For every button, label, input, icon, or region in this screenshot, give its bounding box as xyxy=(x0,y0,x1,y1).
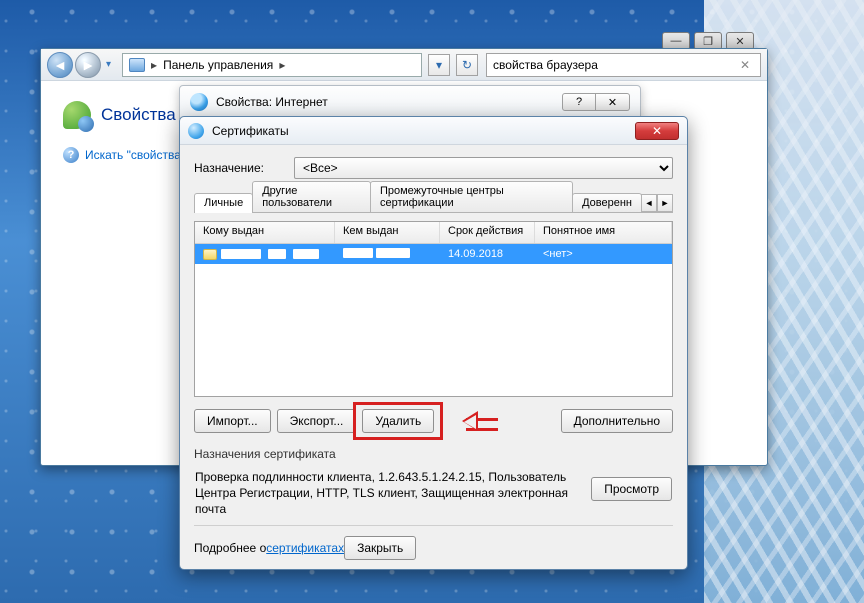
globe-icon xyxy=(190,93,208,111)
breadcrumb[interactable]: ▸ Панель управления ▸ xyxy=(122,53,422,77)
purpose-select[interactable]: <Все> xyxy=(294,157,673,179)
col-friendly-name[interactable]: Понятное имя xyxy=(535,222,672,243)
tab-personal[interactable]: Личные xyxy=(194,193,253,213)
cell-friendly-name: <нет> xyxy=(535,246,672,262)
dialog-title: Сертификаты xyxy=(212,124,289,138)
tab-trusted[interactable]: Доверенн xyxy=(572,193,642,212)
internet-properties-titlebar: Свойства: Интернет ? ✕ xyxy=(179,85,641,119)
page-title: Свойства xyxy=(101,105,176,125)
annotation-arrow xyxy=(452,412,502,430)
learn-more-prefix: Подробнее о xyxy=(194,541,266,555)
certificate-list: Кому выдан Кем выдан Срок действия Понят… xyxy=(194,221,673,397)
search-input[interactable] xyxy=(493,58,736,72)
search-box[interactable]: ✕ xyxy=(486,53,761,77)
help-link-text: Искать "свойства xyxy=(85,148,181,162)
certificates-dialog: Сертификаты ✕ Назначение: <Все> Личные Д… xyxy=(179,116,688,570)
internet-properties-title: Свойства: Интернет xyxy=(216,95,328,109)
close-button[interactable]: ✕ xyxy=(596,93,630,111)
refresh-button[interactable]: ↻ xyxy=(456,54,478,76)
history-chevron-icon[interactable]: ▾ xyxy=(106,59,111,70)
help-icon: ? xyxy=(63,147,79,163)
delete-button[interactable]: Удалить xyxy=(362,409,434,433)
tab-other-users[interactable]: Другие пользователи xyxy=(252,181,371,212)
cell-expires: 14.09.2018 xyxy=(440,246,535,262)
close-dialog-button[interactable]: Закрыть xyxy=(344,536,416,560)
cell-issued-to xyxy=(195,247,335,262)
tab-scroll-left[interactable]: ◄ xyxy=(641,194,657,212)
col-issued-to[interactable]: Кому выдан xyxy=(195,222,335,243)
forward-button[interactable]: ► xyxy=(75,52,101,78)
col-issued-by[interactable]: Кем выдан xyxy=(335,222,440,243)
cert-purposes-label: Назначения сертификата xyxy=(194,447,673,461)
close-button[interactable]: ✕ xyxy=(635,122,679,140)
view-button[interactable]: Просмотр xyxy=(591,477,672,501)
cert-purposes-text: Проверка подлинности клиента, 1.2.643.5.… xyxy=(195,469,591,509)
list-header: Кому выдан Кем выдан Срок действия Понят… xyxy=(195,222,672,244)
breadcrumb-text: Панель управления xyxy=(163,58,273,72)
learn-more-link[interactable]: сертификатах xyxy=(266,541,344,555)
tabstrip: Личные Другие пользователи Промежуточные… xyxy=(194,189,673,213)
dropdown-button[interactable]: ▾ xyxy=(428,54,450,76)
chevron-right-icon: ▸ xyxy=(151,58,157,72)
context-help-button[interactable]: ? xyxy=(562,93,596,111)
dialog-titlebar: Сертификаты ✕ xyxy=(180,117,687,145)
export-button[interactable]: Экспорт... xyxy=(277,409,357,433)
nav-toolbar: ◄ ► ▾ ▸ Панель управления ▸ ▾ ↻ ✕ xyxy=(41,49,767,81)
advanced-button[interactable]: Дополнительно xyxy=(561,409,673,433)
import-button[interactable]: Импорт... xyxy=(194,409,271,433)
clear-search-icon[interactable]: ✕ xyxy=(736,58,754,72)
back-button[interactable]: ◄ xyxy=(47,52,73,78)
tab-scroll-right[interactable]: ► xyxy=(657,194,673,212)
certificate-icon xyxy=(203,249,217,260)
separator xyxy=(194,525,673,526)
col-expires[interactable]: Срок действия xyxy=(440,222,535,243)
monitor-icon xyxy=(129,58,145,72)
cell-issued-by xyxy=(335,246,440,263)
chevron-right-icon: ▸ xyxy=(279,58,285,72)
tab-intermediate-ca[interactable]: Промежуточные центры сертификации xyxy=(370,181,573,212)
globe-icon xyxy=(188,123,204,139)
internet-options-icon xyxy=(63,101,91,129)
table-row[interactable]: 14.09.2018 <нет> xyxy=(195,244,672,264)
purpose-label: Назначение: xyxy=(194,161,284,175)
